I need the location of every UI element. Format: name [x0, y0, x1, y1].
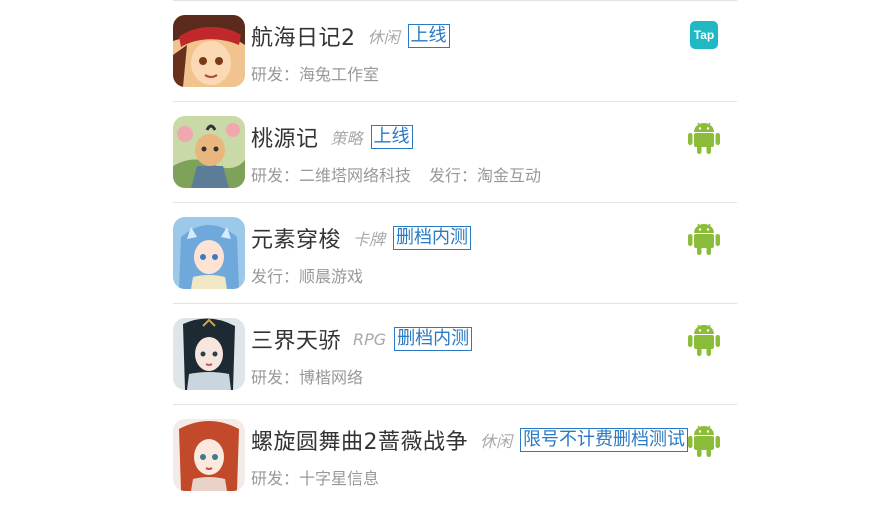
game-meta: 研发：博楷网络	[251, 364, 363, 388]
android-icon[interactable]	[688, 322, 720, 356]
game-row[interactable]: 三界天骄 RPG 删档内测 研发：博楷网络	[173, 303, 737, 404]
developer-label: 研发：博楷网络	[251, 368, 364, 387]
android-icon[interactable]	[688, 423, 720, 457]
taptap-icon[interactable]: Tap	[690, 21, 718, 49]
game-status-badge: 限号不计费删档测试	[520, 428, 689, 452]
game-name[interactable]: 航海日记2	[251, 20, 356, 52]
android-icon[interactable]	[688, 120, 720, 154]
game-row[interactable]: 航海日记2 休闲 上线 研发：海兔工作室 Tap	[173, 0, 737, 101]
android-icon[interactable]	[688, 221, 720, 255]
developer-label: 研发：十字星信息	[251, 469, 380, 488]
game-thumbnail[interactable]	[173, 116, 245, 188]
game-row[interactable]: 螺旋圆舞曲2蔷薇战争 休闲 限号不计费删档测试 研发：十字星信息	[173, 404, 737, 505]
game-meta: 研发：十字星信息	[251, 465, 379, 489]
publisher-label: 发行：顺晨游戏	[251, 267, 364, 286]
game-status-badge: 删档内测	[393, 226, 472, 250]
game-name[interactable]: 三界天骄	[251, 323, 341, 355]
game-name[interactable]: 螺旋圆舞曲2蔷薇战争	[251, 424, 468, 456]
game-genre: 休闲	[480, 432, 513, 451]
game-name[interactable]: 桃源记	[251, 121, 319, 153]
game-meta: 研发：海兔工作室	[251, 61, 379, 85]
game-status-badge: 上线	[370, 125, 413, 149]
game-thumbnail[interactable]	[173, 318, 245, 390]
developer-label: 研发：二维塔网络科技	[251, 166, 412, 185]
game-title-line: 桃源记 策略 上线	[251, 122, 413, 152]
game-genre: 休闲	[367, 28, 400, 47]
developer-label: 研发：海兔工作室	[251, 65, 380, 84]
game-meta: 发行：顺晨游戏	[251, 263, 363, 287]
game-thumbnail[interactable]	[173, 419, 245, 491]
publisher-label: 发行：淘金互动	[429, 166, 542, 185]
game-title-line: 三界天骄 RPG 删档内测	[251, 323, 473, 355]
game-status-badge: 删档内测	[394, 327, 473, 351]
game-genre: RPG	[353, 329, 387, 349]
game-meta: 研发：二维塔网络科技 发行：淘金互动	[251, 162, 541, 186]
game-name[interactable]: 元素穿梭	[251, 222, 341, 254]
game-title-line: 元素穿梭 卡牌 删档内测	[251, 222, 472, 254]
game-genre: 策略	[330, 129, 363, 148]
game-title-line: 航海日记2 休闲 上线	[251, 21, 450, 51]
game-status-badge: 上线	[407, 24, 450, 48]
game-row[interactable]: 元素穿梭 卡牌 删档内测 发行：顺晨游戏	[173, 202, 737, 303]
game-thumbnail[interactable]	[173, 217, 245, 289]
game-row[interactable]: 桃源记 策略 上线 研发：二维塔网络科技 发行：淘金互动	[173, 101, 737, 202]
game-genre: 卡牌	[353, 230, 386, 249]
game-title-line: 螺旋圆舞曲2蔷薇战争 休闲 限号不计费删档测试	[251, 424, 689, 456]
game-list: 航海日记2 休闲 上线 研发：海兔工作室 Tap 桃源记 策略 上线 研发：二维…	[173, 0, 737, 505]
game-thumbnail[interactable]	[173, 15, 245, 87]
